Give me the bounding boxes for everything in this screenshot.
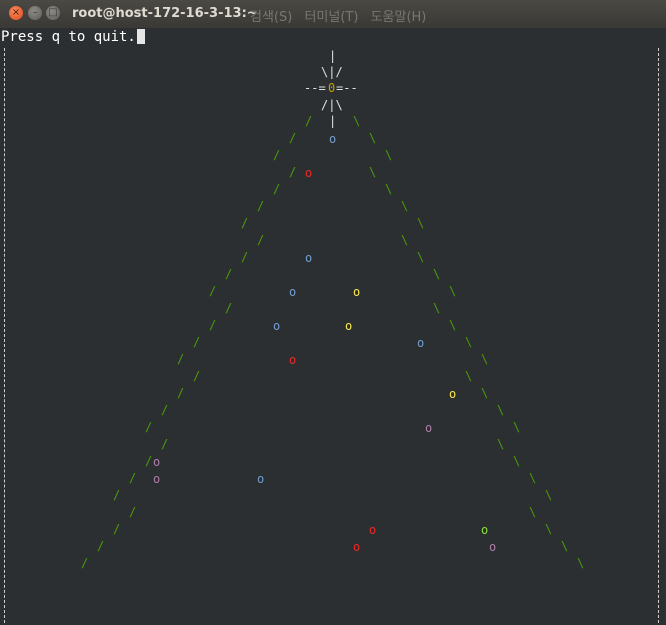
tree-branch-right: \ xyxy=(497,403,505,417)
tree-branch-left: / xyxy=(161,437,169,451)
tree-branch-right: \ xyxy=(513,420,521,434)
ornament-red: o xyxy=(289,353,297,367)
tree-branch-right: \ xyxy=(481,386,489,400)
tree-branch-right: \ xyxy=(401,233,409,247)
ornament-red: o xyxy=(305,166,313,180)
tree-branch-right: \ xyxy=(577,556,585,570)
tree-branch-left: / xyxy=(145,420,153,434)
menu-terminal[interactable]: 터미널(T) xyxy=(304,10,358,25)
ornament-yellow: o xyxy=(345,319,353,333)
tree-branch-left: / xyxy=(305,114,313,128)
tree-branch-right: \ xyxy=(545,488,553,502)
tree-branch-left: / xyxy=(113,488,121,502)
tree-branch-right: \ xyxy=(481,352,489,366)
ornament-blue: o xyxy=(305,251,313,265)
left-frame-border xyxy=(4,48,5,623)
tree-branch-left: / xyxy=(225,301,233,315)
tree-branch-right: \ xyxy=(385,148,393,162)
star-stem: | xyxy=(329,114,337,128)
status-line: Press q to quit. xyxy=(1,29,145,45)
star-core: 0 xyxy=(328,81,336,95)
ornament-blue: o xyxy=(257,472,265,486)
tree-branch-right: \ xyxy=(545,522,553,536)
tree-branch-left: / xyxy=(193,335,201,349)
tree-branch-left: / xyxy=(241,250,249,264)
tree-branch-right: \ xyxy=(561,539,569,553)
tree-branch-right: \ xyxy=(465,369,473,383)
ornament-blue: o xyxy=(417,336,425,350)
ornament-blue: o xyxy=(273,319,281,333)
tree-branch-right: \ xyxy=(449,318,457,332)
star-middle-right: =-- xyxy=(336,81,358,95)
tree-branch-left: / xyxy=(129,505,137,519)
menu-help[interactable]: 도움말(H) xyxy=(371,10,427,25)
tree-branch-right: \ xyxy=(497,437,505,451)
tree-branch-left: / xyxy=(273,182,281,196)
tree-branch-left: / xyxy=(209,284,217,298)
text-cursor xyxy=(136,29,145,44)
ornament-purple: o xyxy=(489,540,497,554)
tree-branch-right: \ xyxy=(417,250,425,264)
star-top: | xyxy=(329,49,337,63)
ornament-green: o xyxy=(481,523,489,537)
maximize-window-button[interactable]: □ xyxy=(46,6,60,20)
star-middle-left: --= xyxy=(304,81,326,95)
tree-branch-left: / xyxy=(289,165,297,179)
tree-branch-right: \ xyxy=(385,182,393,196)
ornament-purple: o xyxy=(425,421,433,435)
tree-branch-right: \ xyxy=(417,216,425,230)
tree-branch-left: / xyxy=(177,386,185,400)
tree-branch-left: / xyxy=(145,454,153,468)
window-titlebar[interactable]: × – □ root@host-172-16-3-13:~ 검색(S) 터미널(… xyxy=(0,0,666,29)
tree-branch-right: \ xyxy=(449,284,457,298)
tree-branch-left: / xyxy=(177,352,185,366)
ornament-yellow: o xyxy=(449,387,457,401)
terminal-area[interactable]: Press q to quit. | \|/ --= 0 =-- /|\ | /… xyxy=(0,28,666,625)
ornament-purple: o xyxy=(153,455,161,469)
star-lower: /|\ xyxy=(321,98,343,112)
tree-branch-right: \ xyxy=(433,267,441,281)
tree-branch-left: / xyxy=(289,131,297,145)
ornament-red: o xyxy=(369,523,377,537)
tree-branch-left: / xyxy=(273,148,281,162)
ornament-blue: o xyxy=(289,285,297,299)
right-frame-border xyxy=(658,48,659,623)
ornament-purple: o xyxy=(153,472,161,486)
tree-branch-left: / xyxy=(81,556,89,570)
star-upper: \|/ xyxy=(321,65,343,79)
tree-branch-right: \ xyxy=(465,335,473,349)
tree-branch-left: / xyxy=(257,199,265,213)
tree-branch-left: / xyxy=(209,318,217,332)
tree-branch-right: \ xyxy=(433,301,441,315)
tree-branch-right: \ xyxy=(529,505,537,519)
ornament-red: o xyxy=(353,540,361,554)
tree-branch-right: \ xyxy=(353,114,361,128)
tree-branch-right: \ xyxy=(369,131,377,145)
tree-branch-left: / xyxy=(241,216,249,230)
tree-branch-right: \ xyxy=(401,199,409,213)
tree-branch-right: \ xyxy=(513,454,521,468)
tree-branch-left: / xyxy=(257,233,265,247)
menu-bar: 검색(S) 터미널(T) 도움말(H) xyxy=(250,6,434,25)
menu-search[interactable]: 검색(S) xyxy=(250,10,292,25)
close-window-button[interactable]: × xyxy=(9,6,23,20)
ornament-blue: o xyxy=(329,132,337,146)
tree-branch-left: / xyxy=(97,539,105,553)
tree-branch-right: \ xyxy=(529,471,537,485)
tree-branch-left: / xyxy=(225,267,233,281)
tree-branch-left: / xyxy=(193,369,201,383)
minimize-window-button[interactable]: – xyxy=(28,6,42,20)
window-title: root@host-172-16-3-13:~ xyxy=(72,6,258,21)
tree-branch-right: \ xyxy=(369,165,377,179)
ornament-yellow: o xyxy=(353,285,361,299)
tree-branch-left: / xyxy=(129,471,137,485)
tree-branch-left: / xyxy=(161,403,169,417)
quit-instruction: Press q to quit. xyxy=(1,29,136,45)
tree-branch-left: / xyxy=(113,522,121,536)
